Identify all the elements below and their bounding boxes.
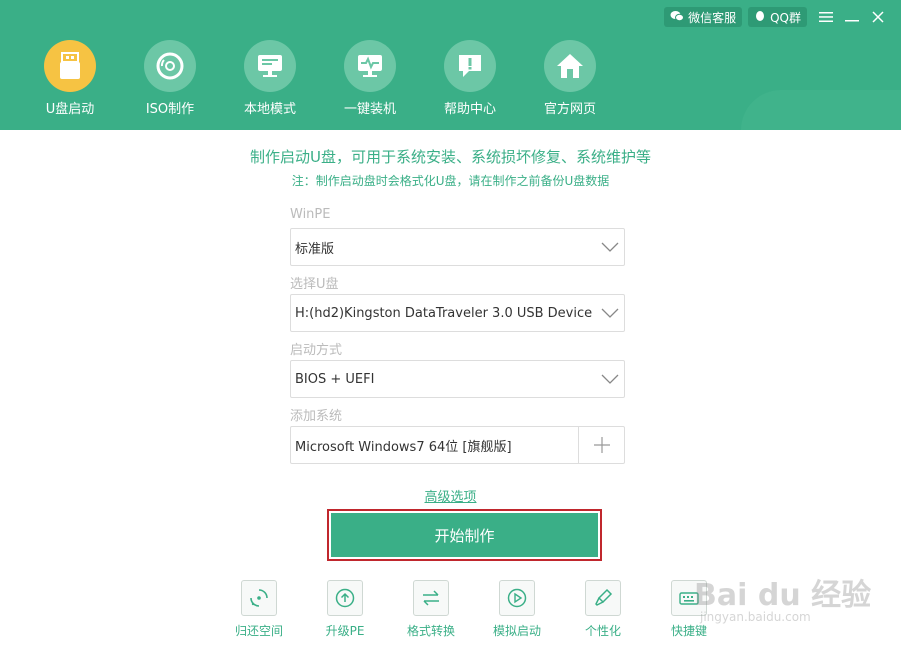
tool-label: 格式转换 [406, 624, 455, 638]
watermark-url: jingyan.baidu.com [700, 610, 811, 624]
usb-drive-icon [44, 40, 96, 92]
tool-upgrade-pe[interactable]: 升级PE [302, 580, 388, 639]
chevron-down-icon [596, 361, 624, 397]
tool-label: 个性化 [584, 624, 621, 638]
page-title: 制作启动U盘，可用于系统安装、系统损坏修复、系统维护等 [250, 148, 651, 166]
window-controls: 微信客服 QQ群 [664, 7, 891, 27]
disc-icon [144, 40, 196, 92]
winpe-label: WinPE [290, 207, 331, 222]
boot-mode-value: BIOS + UEFI [295, 371, 375, 387]
start-button-highlight: 开始制作 [327, 509, 602, 561]
qq-icon [754, 10, 766, 25]
wechat-service-button[interactable]: 微信客服 [664, 7, 743, 27]
baidu-jingyan-watermark: Bai du 经验 jingyan.baidu.com [690, 552, 890, 632]
boot-mode-select[interactable]: BIOS + UEFI [290, 360, 625, 398]
add-system-button[interactable] [578, 427, 624, 463]
convert-icon [413, 580, 449, 616]
add-system-field[interactable]: Microsoft Windows7 64位 [旗舰版] [290, 426, 625, 464]
usb-label: 选择U盘 [290, 277, 339, 292]
pulse-monitor-icon [344, 40, 396, 92]
nav-item-help-center[interactable]: 帮助中心 [420, 40, 520, 117]
qq-group-label: QQ群 [770, 10, 801, 25]
wechat-service-label: 微信客服 [688, 10, 737, 25]
boot-mode-label: 启动方式 [290, 343, 343, 358]
nav-item-official-site[interactable]: 官方网页 [520, 40, 620, 117]
nav-item-usb-boot[interactable]: U盘启动 [20, 40, 120, 117]
header-bar: 微信客服 QQ群 U盘启动 ISO制作 本地模式 一键装机 帮助中心 官方网页 [0, 0, 901, 130]
play-icon [499, 580, 535, 616]
nav-label: 帮助中心 [443, 102, 496, 117]
nav-label: 本地模式 [243, 102, 296, 117]
menu-icon[interactable] [813, 7, 839, 27]
qq-group-button[interactable]: QQ群 [748, 7, 807, 27]
chevron-down-icon [596, 295, 624, 331]
start-button[interactable]: 开始制作 [331, 513, 598, 557]
tools-bar: 归还空间 升级PE 格式转换 模拟启动 个性化 快捷键 [216, 580, 732, 639]
tool-restore-space[interactable]: 归还空间 [216, 580, 302, 639]
tool-label: 模拟启动 [492, 624, 541, 638]
help-bubble-icon [444, 40, 496, 92]
add-system-label: 添加系统 [290, 409, 343, 424]
system-value: Microsoft Windows7 64位 [旗舰版] [295, 439, 512, 455]
wechat-icon [670, 10, 685, 25]
home-icon [544, 40, 596, 92]
winpe-select[interactable]: 标准版 [290, 228, 625, 266]
nav-label: 一键装机 [343, 102, 396, 117]
main-nav: U盘启动 ISO制作 本地模式 一键装机 帮助中心 官方网页 [20, 40, 620, 117]
winpe-value: 标准版 [295, 241, 335, 257]
header-decoration [741, 90, 901, 130]
nav-label: 官方网页 [543, 102, 596, 117]
tool-format-convert[interactable]: 格式转换 [388, 580, 474, 639]
watermark-text: Bai du 经验 [694, 578, 872, 613]
chevron-down-icon [596, 229, 624, 265]
restore-space-icon [241, 580, 277, 616]
close-icon[interactable] [865, 7, 891, 27]
nav-item-iso[interactable]: ISO制作 [120, 40, 220, 117]
monitor-icon [244, 40, 296, 92]
nav-item-local-mode[interactable]: 本地模式 [220, 40, 320, 117]
minimize-icon[interactable] [839, 7, 865, 27]
nav-item-one-click-install[interactable]: 一键装机 [320, 40, 420, 117]
brush-icon [585, 580, 621, 616]
usb-value: H:(hd2)Kingston DataTraveler 3.0 USB Dev… [295, 305, 596, 321]
advanced-options-link[interactable]: 高级选项 [0, 486, 901, 505]
upgrade-icon [327, 580, 363, 616]
tool-label: 归还空间 [234, 624, 283, 638]
tool-personalize[interactable]: 个性化 [560, 580, 646, 639]
warning-note: 注：制作启动盘时会格式化U盘，请在制作之前备份U盘数据 [291, 174, 610, 188]
nav-label: U盘启动 [45, 102, 95, 117]
usb-select[interactable]: H:(hd2)Kingston DataTraveler 3.0 USB Dev… [290, 294, 625, 332]
tool-label: 升级PE [325, 624, 365, 638]
tool-simulate-boot[interactable]: 模拟启动 [474, 580, 560, 639]
nav-label: ISO制作 [145, 102, 195, 117]
